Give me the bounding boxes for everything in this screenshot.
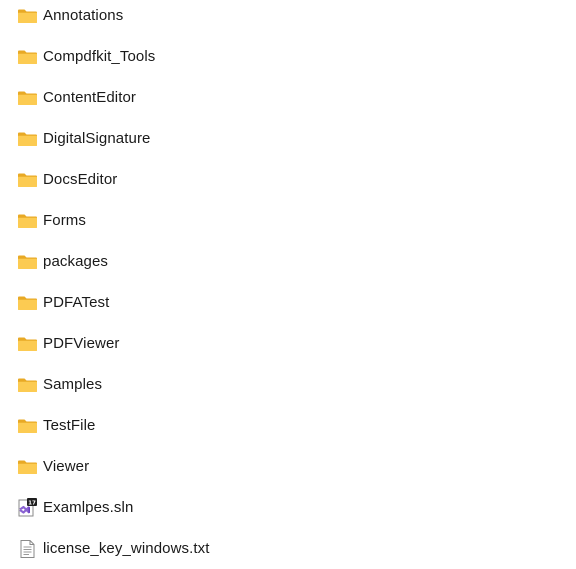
list-item-folder[interactable]: Samples <box>0 364 576 405</box>
item-name: TestFile <box>43 416 96 434</box>
item-name: ContentEditor <box>43 88 137 106</box>
text-file-icon <box>17 539 38 559</box>
item-name: PDFViewer <box>43 334 120 352</box>
list-item-text-file[interactable]: license_key_windows.txt <box>0 528 576 569</box>
folder-icon <box>17 88 38 108</box>
folder-icon <box>17 334 38 354</box>
item-name: PDFATest <box>43 293 110 311</box>
item-name: Compdfkit_Tools <box>43 47 156 65</box>
item-name: packages <box>43 252 109 270</box>
item-name: Annotations <box>43 6 124 24</box>
item-name: DigitalSignature <box>43 129 151 147</box>
version-badge: 17 <box>28 500 36 506</box>
list-item-folder[interactable]: Annotations <box>0 0 576 36</box>
item-name: Samples <box>43 375 103 393</box>
list-item-folder[interactable]: ContentEditor <box>0 77 576 118</box>
list-item-folder[interactable]: Viewer <box>0 446 576 487</box>
item-name: DocsEditor <box>43 170 118 188</box>
folder-icon <box>17 416 38 436</box>
item-name: Forms <box>43 211 86 229</box>
folder-icon <box>17 375 38 395</box>
folder-icon <box>17 252 38 272</box>
item-name: Viewer <box>43 457 90 475</box>
folder-icon <box>17 457 38 477</box>
list-item-folder[interactable]: Forms <box>0 200 576 241</box>
folder-icon <box>17 6 38 26</box>
list-item-folder[interactable]: Compdfkit_Tools <box>0 36 576 77</box>
list-item-folder[interactable]: PDFViewer <box>0 323 576 364</box>
folder-icon <box>17 129 38 149</box>
folder-icon <box>17 211 38 231</box>
list-item-folder[interactable]: DocsEditor <box>0 159 576 200</box>
list-item-folder[interactable]: PDFATest <box>0 282 576 323</box>
item-name: Examlpes.sln <box>43 498 134 516</box>
list-item-folder[interactable]: packages <box>0 241 576 282</box>
visual-studio-solution-icon: 17 <box>17 497 38 518</box>
item-name: license_key_windows.txt <box>43 539 210 557</box>
folder-icon <box>17 293 38 313</box>
list-item-folder[interactable]: TestFile <box>0 405 576 446</box>
list-item-folder[interactable]: DigitalSignature <box>0 118 576 159</box>
folder-icon <box>17 170 38 190</box>
list-item-solution-file[interactable]: 17 Examlpes.sln <box>0 487 576 528</box>
folder-icon <box>17 47 38 67</box>
